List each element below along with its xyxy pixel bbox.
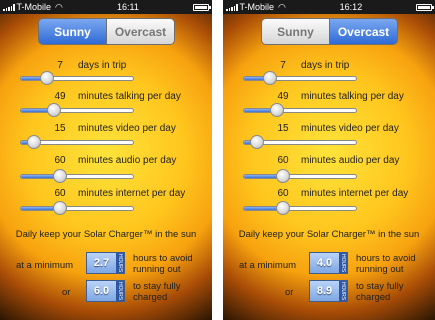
minimum-label: at a minimum: [239, 260, 297, 271]
signal-icon: [226, 3, 238, 11]
slider-internet[interactable]: [20, 206, 134, 211]
minimum-description: hours to avoid running out: [133, 253, 193, 275]
slider-value-days: 7: [280, 60, 286, 71]
slider-thumb[interactable]: [275, 201, 290, 215]
slider-value-talking: 49: [277, 91, 289, 102]
full-charge-hours-value: 8.9: [316, 285, 333, 297]
full-charge-hours-box: 6.0 HOURS: [86, 280, 125, 302]
minimum-hours-box: 2.7 HOURS: [86, 252, 125, 274]
slider-audio[interactable]: [243, 174, 357, 179]
wifi-icon: ◠: [55, 1, 63, 12]
full-charge-description: to stay fully charged: [356, 281, 404, 303]
minimum-hours-value: 4.0: [316, 257, 333, 269]
slider-thumb[interactable]: [270, 103, 285, 117]
wifi-icon: ◠: [278, 1, 286, 12]
status-time: 16:12: [339, 2, 363, 12]
slider-talking[interactable]: [243, 108, 357, 113]
tab-overcast[interactable]: Overcast: [106, 19, 174, 44]
slider-label-audio: minutes audio per day: [301, 155, 400, 166]
hours-unit-label: HOURS: [339, 253, 347, 273]
slider-internet[interactable]: [243, 206, 357, 211]
slider-thumb[interactable]: [26, 135, 41, 149]
status-bar: T-Mobile ◠ 16:12: [223, 0, 435, 14]
tab-overcast[interactable]: Overcast: [329, 19, 397, 44]
full-charge-description: to stay fully charged: [133, 281, 181, 303]
carrier-name: T-Mobile: [239, 2, 275, 12]
status-time: 16:11: [117, 2, 139, 12]
slider-label-internet: minutes internet per day: [301, 188, 409, 199]
slider-label-internet: minutes internet per day: [78, 188, 186, 199]
or-label: or: [62, 287, 71, 298]
slider-days[interactable]: [243, 76, 357, 81]
slider-value-video: 15: [277, 123, 289, 134]
signal-icon: [3, 3, 15, 11]
carrier: T-Mobile ◠: [226, 2, 286, 13]
weather-segmented-control: Sunny Overcast: [261, 18, 398, 45]
tab-sunny[interactable]: Sunny: [39, 19, 106, 44]
slider-talking[interactable]: [20, 108, 134, 113]
carrier-name: T-Mobile: [16, 2, 52, 12]
slider-label-audio: minutes audio per day: [78, 155, 177, 166]
slider-thumb[interactable]: [249, 135, 264, 149]
status-bar: T-Mobile ◠ 16:11: [0, 0, 212, 14]
full-charge-hours-box: 8.9 HOURS: [309, 280, 348, 302]
slider-value-video: 15: [54, 123, 66, 134]
phone-screen-sunny: T-Mobile ◠ 16:11 Sunny Overcast 7 days i…: [0, 0, 212, 320]
minimum-hours-box: 4.0 HOURS: [309, 252, 348, 274]
slider-value-audio: 60: [277, 155, 289, 166]
slider-thumb[interactable]: [263, 71, 278, 85]
full-charge-hours-value: 6.0: [93, 285, 110, 297]
minimum-hours-value: 2.7: [93, 257, 110, 269]
slider-label-days: days in trip: [301, 60, 350, 71]
slider-value-internet: 60: [277, 188, 289, 199]
slider-value-talking: 49: [54, 91, 66, 102]
slider-days[interactable]: [20, 76, 134, 81]
battery-icon: [416, 3, 434, 11]
slider-label-talking: minutes talking per day: [301, 91, 404, 102]
weather-segmented-control: Sunny Overcast: [38, 18, 175, 45]
hours-unit-label: HOURS: [116, 253, 124, 273]
slider-label-video: minutes video per day: [78, 123, 176, 134]
slider-label-talking: minutes talking per day: [78, 91, 181, 102]
minimum-label: at a minimum: [16, 260, 74, 271]
slider-label-days: days in trip: [78, 60, 127, 71]
daily-instructions: Daily keep your Solar Charger™ in the su…: [238, 229, 420, 240]
slider-thumb[interactable]: [40, 71, 55, 85]
daily-instructions: Daily keep your Solar Charger™ in the su…: [15, 229, 197, 240]
slider-thumb[interactable]: [275, 169, 290, 183]
carrier: T-Mobile ◠: [3, 2, 63, 13]
slider-value-internet: 60: [54, 188, 66, 199]
slider-audio[interactable]: [20, 174, 134, 179]
slider-value-days: 7: [57, 60, 63, 71]
slider-thumb[interactable]: [52, 201, 67, 215]
slider-label-video: minutes video per day: [301, 123, 399, 134]
or-label: or: [285, 287, 294, 298]
slider-thumb[interactable]: [47, 103, 62, 117]
phone-screen-overcast: T-Mobile ◠ 16:12 Sunny Overcast 7 days i…: [223, 0, 435, 320]
minimum-description: hours to avoid running out: [356, 253, 416, 275]
battery-icon: [192, 3, 211, 11]
hours-unit-label: HOURS: [339, 281, 347, 301]
slider-thumb[interactable]: [52, 169, 67, 183]
hours-unit-label: HOURS: [116, 281, 124, 301]
tab-sunny[interactable]: Sunny: [262, 19, 329, 44]
slider-value-audio: 60: [54, 155, 66, 166]
